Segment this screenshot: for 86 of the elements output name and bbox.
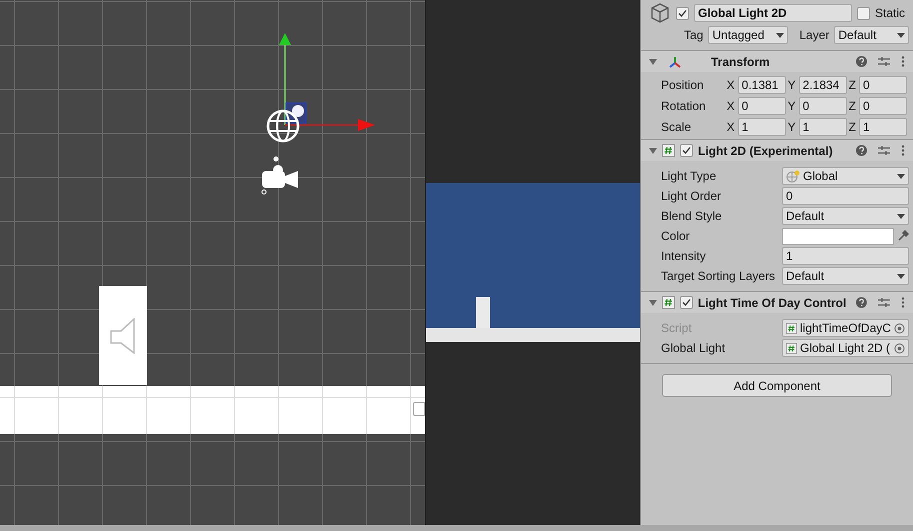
object-field[interactable]: Global Light 2D ( <box>782 339 909 357</box>
axis-label: X <box>726 98 735 114</box>
speaker-icon <box>110 318 136 354</box>
layer-dropdown[interactable]: Default <box>834 26 909 44</box>
more-icon[interactable] <box>901 297 905 308</box>
help-icon[interactable] <box>856 145 867 156</box>
help-icon[interactable] <box>856 56 867 67</box>
input-field[interactable]: 0.1381 <box>738 76 786 94</box>
sliders-icon[interactable] <box>878 145 890 156</box>
cube-icon <box>649 2 671 24</box>
checkbox[interactable] <box>856 6 870 20</box>
axis-label: Z <box>848 98 856 114</box>
checkbox[interactable] <box>680 296 693 309</box>
axis-label: Y <box>788 98 796 114</box>
property-label: Intensity <box>661 248 707 265</box>
property-label: Rotation <box>661 98 707 114</box>
help-icon[interactable] <box>856 297 868 308</box>
globe-icon <box>786 170 800 182</box>
dropdown[interactable]: Default <box>782 267 909 285</box>
more-icon[interactable] <box>901 145 905 156</box>
caret-icon <box>776 32 784 38</box>
input-field[interactable]: 2.1834 <box>798 76 847 94</box>
property-label: Blend Style <box>661 208 723 225</box>
property-label: Scale <box>661 118 692 136</box>
component-header[interactable]: Light 2D (Experimental) <box>641 139 913 161</box>
color-swatch[interactable] <box>782 228 894 244</box>
tag-label: Tag <box>684 27 704 44</box>
caret-icon <box>897 32 905 38</box>
pillar-sprite <box>476 297 490 328</box>
property-label: Light Order <box>661 188 722 205</box>
axis-label: Y <box>788 76 796 94</box>
caret-icon <box>897 274 905 278</box>
script-icon <box>786 342 797 354</box>
component-title: Transform <box>711 54 770 70</box>
checkmark-icon <box>682 298 691 307</box>
input-field[interactable]: 0 <box>859 96 907 114</box>
checkmark-icon <box>682 146 691 155</box>
property-label: Script <box>661 320 693 337</box>
checkmark-icon <box>678 8 687 18</box>
axis-label: X <box>726 76 735 94</box>
input-field[interactable]: 0 <box>738 96 786 114</box>
component-title: Light 2D (Experimental) <box>698 142 833 160</box>
property-label: Color <box>661 228 691 245</box>
property-label: Target Sorting Layers <box>661 268 776 285</box>
layer-label: Layer <box>799 27 830 44</box>
axis-label: Y <box>788 118 796 136</box>
axis-label: X <box>726 118 735 136</box>
input-field[interactable]: 1 <box>859 118 907 136</box>
axis-label: Z <box>848 76 856 94</box>
sliders-icon[interactable] <box>878 56 890 67</box>
input-field[interactable]: 0 <box>798 96 847 114</box>
name-field[interactable]: Global Light 2D <box>694 4 852 22</box>
input-field[interactable]: 0 <box>782 187 909 205</box>
input-field[interactable]: 1 <box>798 118 847 136</box>
checkbox[interactable] <box>680 144 693 157</box>
game-view[interactable] <box>425 0 640 525</box>
caret-icon <box>897 214 905 218</box>
camera-icon <box>260 156 300 196</box>
script-icon <box>662 144 675 157</box>
dropdown[interactable]: Default <box>782 207 909 225</box>
sliders-icon[interactable] <box>878 297 890 308</box>
handle-square[interactable] <box>413 402 425 416</box>
component-header[interactable]: Light Time Of Day Control <box>641 291 913 313</box>
component-title: Light Time Of Day Control <box>698 294 846 312</box>
scene-view[interactable] <box>0 0 425 525</box>
input-field[interactable]: 1 <box>782 247 909 265</box>
property-label: Global Light <box>661 340 726 357</box>
script-icon <box>662 296 675 309</box>
property-label: Position <box>661 76 705 94</box>
script-icon <box>786 322 797 334</box>
more-icon[interactable] <box>901 56 905 67</box>
static-label: Static <box>874 5 905 22</box>
dropdown[interactable]: Global <box>782 167 909 185</box>
input-field[interactable]: 0 <box>859 76 907 94</box>
add-component-button[interactable]: Add Component <box>662 374 892 397</box>
target-icon[interactable] <box>894 342 905 354</box>
caret-icon <box>897 174 905 178</box>
property-label: Light Type <box>661 168 718 185</box>
target-icon[interactable] <box>894 322 905 334</box>
axis-label: Z <box>848 118 856 136</box>
input-field[interactable]: 1 <box>738 118 786 136</box>
axes-icon <box>668 56 682 68</box>
component-header[interactable]: Transform <box>641 50 913 72</box>
eyedropper-icon[interactable] <box>897 230 909 242</box>
checkbox[interactable] <box>676 6 689 20</box>
tag-dropdown[interactable]: Untagged <box>708 26 788 44</box>
